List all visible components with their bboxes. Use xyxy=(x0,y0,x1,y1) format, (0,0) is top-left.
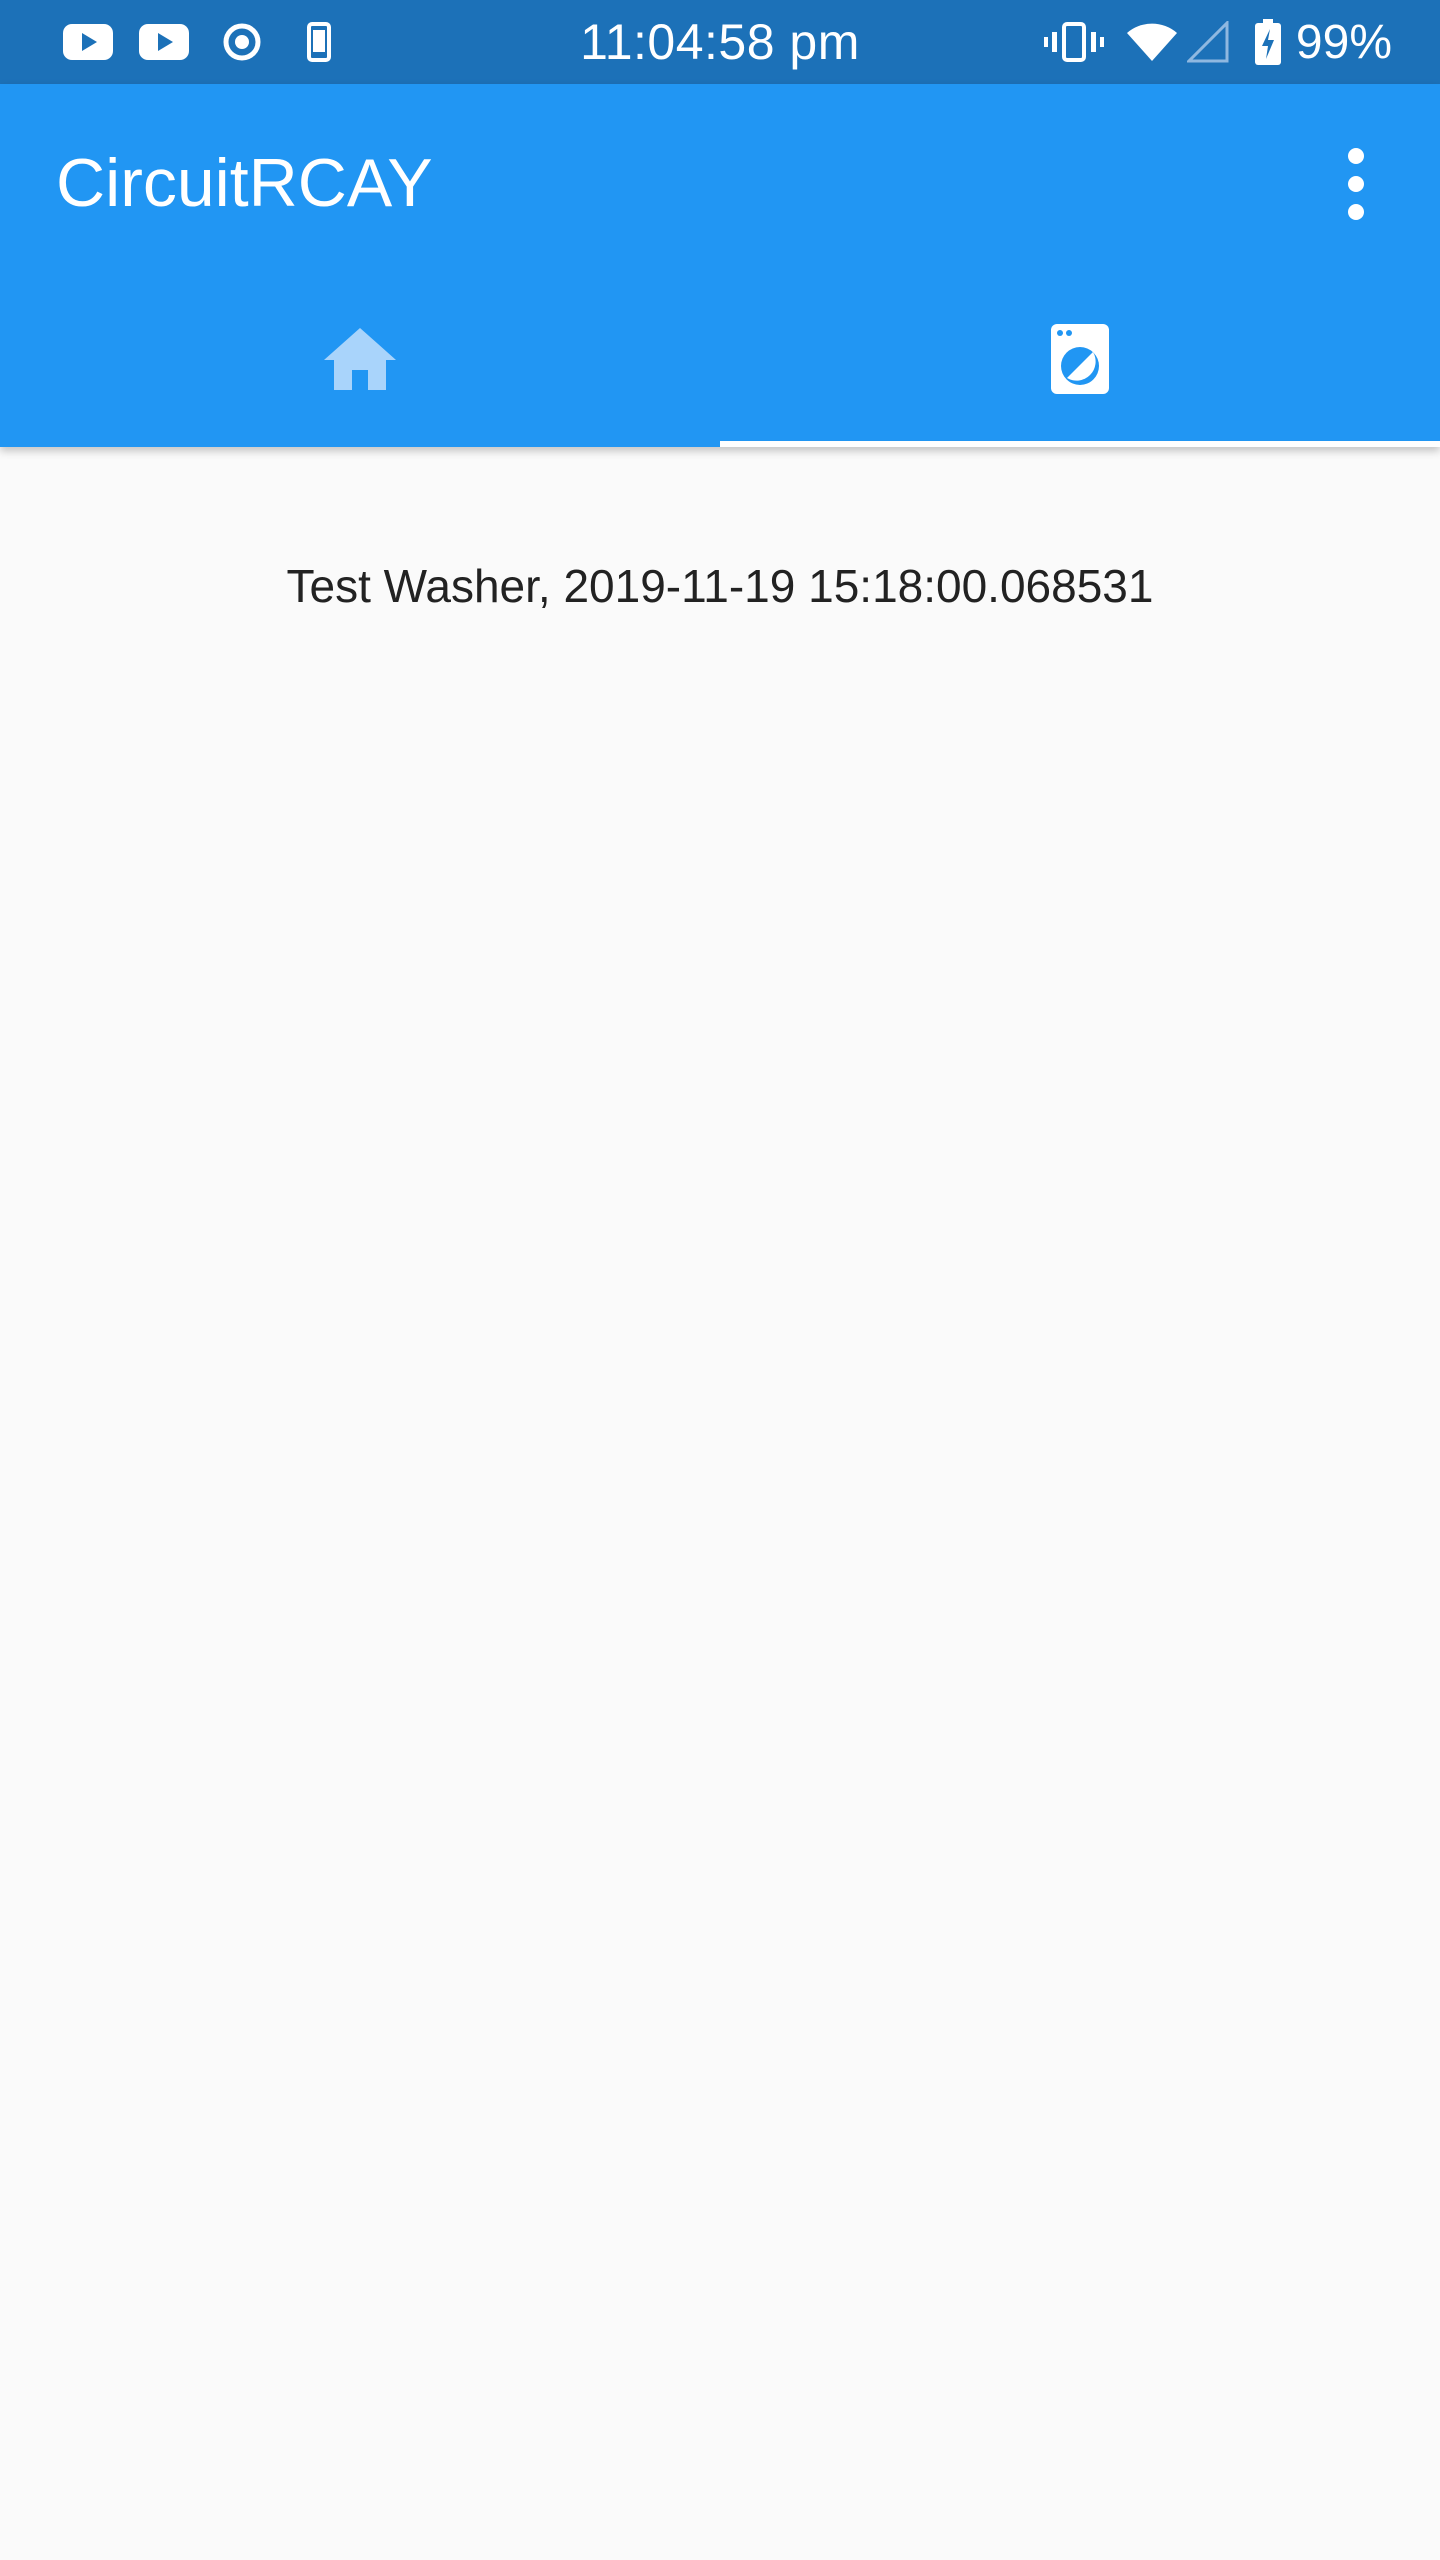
wifi-icon xyxy=(1124,0,1180,84)
battery-charging-icon xyxy=(1252,0,1284,84)
app-bar: CircuitRCAY xyxy=(0,84,1440,447)
cellular-signal-icon xyxy=(1186,0,1230,84)
app-title: CircuitRCAY xyxy=(56,145,433,221)
tab-home[interactable] xyxy=(0,276,720,447)
vibrate-icon xyxy=(1042,0,1106,84)
more-vert-icon-dot xyxy=(1348,204,1364,220)
status-bar: 11:04:58 pm 99% xyxy=(0,0,1440,84)
content-area: Test Washer, 2019-11-19 15:18:00.068531 xyxy=(0,447,1440,2560)
washer-record-item: Test Washer, 2019-11-19 15:18:00.068531 xyxy=(286,560,1154,612)
tab-washer[interactable] xyxy=(720,276,1440,447)
battery-percent: 99% xyxy=(1295,15,1392,69)
more-options-button[interactable] xyxy=(1316,136,1396,232)
more-vert-icon xyxy=(1348,148,1364,164)
more-vert-icon-dot xyxy=(1348,176,1364,192)
washing-machine-icon xyxy=(1051,324,1109,399)
home-icon xyxy=(324,328,396,395)
